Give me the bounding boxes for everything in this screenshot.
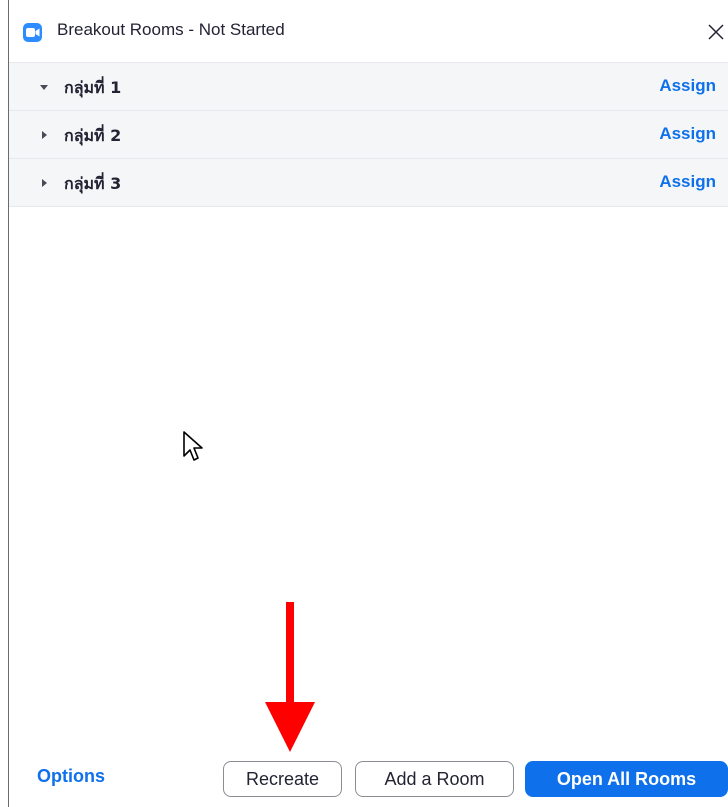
- open-all-rooms-button[interactable]: Open All Rooms: [525, 761, 728, 797]
- assign-link[interactable]: Assign: [659, 124, 716, 144]
- room-list: กลุ่มที่ 1 Assign กลุ่มที่ 2 Assign กลุ่…: [9, 62, 728, 207]
- mouse-pointer-icon: [183, 431, 203, 461]
- title-bar: Breakout Rooms - Not Started: [9, 0, 728, 62]
- assign-link[interactable]: Assign: [659, 76, 716, 96]
- chevron-right-icon[interactable]: [39, 178, 49, 188]
- window-title: Breakout Rooms - Not Started: [57, 20, 285, 39]
- chevron-right-icon[interactable]: [39, 130, 49, 140]
- room-row[interactable]: กลุ่มที่ 1 Assign: [9, 62, 728, 110]
- room-name: กลุ่มที่ 3: [64, 174, 122, 193]
- assign-link[interactable]: Assign: [659, 172, 716, 192]
- room-row[interactable]: กลุ่มที่ 2 Assign: [9, 110, 728, 158]
- options-link[interactable]: Options: [37, 766, 105, 787]
- close-button[interactable]: [702, 14, 728, 48]
- close-icon: [708, 24, 724, 40]
- room-row[interactable]: กลุ่มที่ 3 Assign: [9, 158, 728, 207]
- add-room-button[interactable]: Add a Room: [355, 761, 514, 797]
- recreate-button[interactable]: Recreate: [223, 761, 342, 797]
- footer-bar: Options Recreate Add a Room Open All Roo…: [9, 752, 728, 807]
- zoom-camera-icon: [23, 23, 42, 42]
- room-name: กลุ่มที่ 1: [64, 78, 122, 97]
- red-annotation-arrow: [265, 602, 315, 752]
- chevron-down-icon[interactable]: [39, 82, 49, 92]
- room-name: กลุ่มที่ 2: [64, 126, 122, 145]
- breakout-rooms-window: Breakout Rooms - Not Started กลุ่มที่ 1 …: [0, 0, 728, 807]
